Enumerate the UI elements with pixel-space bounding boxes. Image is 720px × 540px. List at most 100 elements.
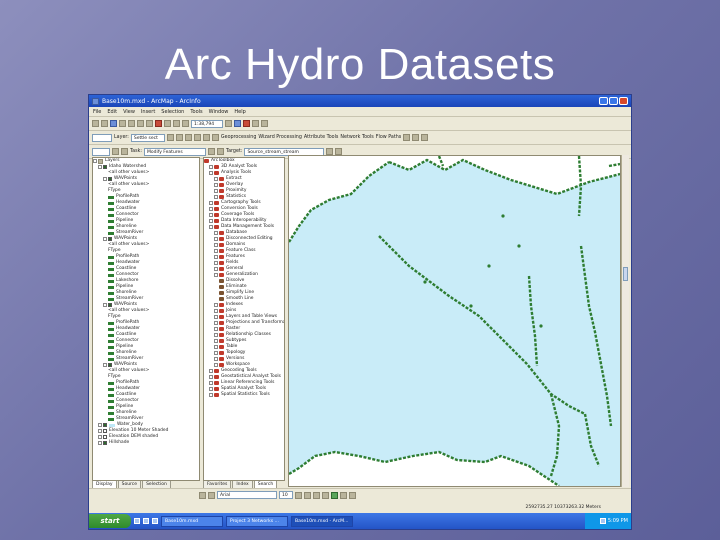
expand-icon[interactable]: [209, 219, 213, 223]
expand-icon[interactable]: [209, 207, 213, 211]
arc-hydro-tool-icon[interactable]: [403, 134, 411, 141]
expand-icon[interactable]: [214, 357, 218, 361]
line-color-icon[interactable]: [340, 491, 347, 499]
window-titlebar[interactable]: Base10m.mxd - ArcMap - ArcInfo: [89, 95, 631, 107]
layer-visibility-checkbox[interactable]: [103, 429, 107, 433]
layer-visibility-checkbox[interactable]: [103, 441, 107, 445]
map-canvas[interactable]: [289, 156, 620, 486]
expand-icon[interactable]: [209, 171, 213, 175]
menu-tools[interactable]: Tools: [190, 109, 202, 115]
expand-icon[interactable]: [98, 435, 102, 439]
expand-icon[interactable]: [214, 321, 218, 325]
quick-launch-icon[interactable]: [143, 518, 149, 524]
menu-view[interactable]: View: [123, 109, 135, 115]
menu-window[interactable]: Window: [209, 109, 229, 115]
expand-icon[interactable]: [214, 177, 218, 181]
full-extent-icon[interactable]: [202, 134, 210, 141]
map-view[interactable]: [288, 155, 621, 487]
font-combo[interactable]: Arial: [217, 491, 277, 499]
undo-icon[interactable]: [164, 120, 171, 127]
menu-file[interactable]: File: [93, 109, 101, 115]
toolbox-item[interactable]: Spatial Statistics Tools: [204, 392, 284, 398]
draw-icon[interactable]: [199, 491, 206, 499]
expand-icon[interactable]: [214, 309, 218, 313]
expand-icon[interactable]: [103, 303, 107, 307]
expand-icon[interactable]: [214, 255, 218, 259]
menu-insert[interactable]: Insert: [141, 109, 155, 115]
arc-hydro-tool-icon[interactable]: [421, 134, 429, 141]
close-button[interactable]: [619, 97, 628, 105]
expand-icon[interactable]: [209, 201, 213, 205]
italic-icon[interactable]: [304, 491, 311, 499]
expand-icon[interactable]: [214, 273, 218, 277]
expand-icon[interactable]: [209, 165, 213, 169]
redo-icon[interactable]: [173, 120, 180, 127]
sketch-tool-icon[interactable]: [121, 148, 128, 155]
expand-icon[interactable]: [214, 363, 218, 367]
quick-launch-icon[interactable]: [152, 518, 158, 524]
expand-icon[interactable]: [214, 237, 218, 241]
paste-icon[interactable]: [146, 120, 153, 127]
underline-icon[interactable]: [313, 491, 320, 499]
expand-icon[interactable]: [214, 345, 218, 349]
minimize-button[interactable]: [599, 97, 608, 105]
expand-icon[interactable]: [214, 303, 218, 307]
attributes-icon[interactable]: [326, 148, 334, 155]
arccatalog-icon[interactable]: [234, 120, 241, 127]
help-icon[interactable]: [261, 120, 268, 127]
expand-icon[interactable]: [214, 339, 218, 343]
expand-icon[interactable]: [214, 267, 218, 271]
layer-visibility-checkbox[interactable]: [108, 303, 112, 307]
expand-icon[interactable]: [98, 429, 102, 433]
expand-icon[interactable]: [209, 393, 213, 397]
cut-icon[interactable]: [128, 120, 135, 127]
fill-color-icon[interactable]: [331, 491, 338, 499]
layer-visibility-checkbox[interactable]: [103, 423, 107, 427]
font-color-icon[interactable]: [322, 491, 329, 499]
font-size-combo[interactable]: 10: [279, 491, 293, 499]
layer-visibility-checkbox[interactable]: [103, 165, 107, 169]
wizard-processing-menu[interactable]: Wizard Processing: [258, 135, 302, 140]
expand-icon[interactable]: [214, 195, 218, 199]
sketch-properties-icon[interactable]: [335, 148, 343, 155]
raster-icon[interactable]: [166, 134, 174, 141]
expand-icon[interactable]: [209, 225, 213, 229]
add-data-icon[interactable]: [182, 120, 189, 127]
arctoolbox-icon[interactable]: [243, 120, 250, 127]
expand-icon[interactable]: [214, 189, 218, 193]
collapse-icon[interactable]: [93, 159, 97, 163]
editor-icon[interactable]: [225, 120, 232, 127]
delete-icon[interactable]: [155, 120, 162, 127]
expand-icon[interactable]: [214, 351, 218, 355]
open-icon[interactable]: [101, 120, 108, 127]
expand-icon[interactable]: [214, 243, 218, 247]
edit-tool-icon[interactable]: [112, 148, 119, 155]
menu-selection[interactable]: Selection: [161, 109, 184, 115]
expand-icon[interactable]: [209, 375, 213, 379]
marker-color-icon[interactable]: [349, 491, 356, 499]
bold-icon[interactable]: [295, 491, 302, 499]
quick-launch-icon[interactable]: [134, 518, 140, 524]
taskbar-button[interactable]: Project 3 Networks ...: [226, 515, 288, 527]
expand-icon[interactable]: [214, 327, 218, 331]
print-icon[interactable]: [119, 120, 126, 127]
expand-icon[interactable]: [98, 165, 102, 169]
arc-hydro-tool-icon[interactable]: [412, 134, 420, 141]
expand-icon[interactable]: [209, 369, 213, 373]
command-line-icon[interactable]: [252, 120, 259, 127]
layer-visibility-checkbox[interactable]: [108, 177, 112, 181]
toc-layer-row[interactable]: Hillshade: [93, 440, 199, 446]
expand-icon[interactable]: [209, 381, 213, 385]
network-tools-menu[interactable]: Network Tools: [340, 135, 373, 140]
expand-icon[interactable]: [214, 261, 218, 265]
layer-visibility-checkbox[interactable]: [108, 237, 112, 241]
layer-visibility-checkbox[interactable]: [103, 435, 107, 439]
expand-icon[interactable]: [214, 183, 218, 187]
expand-icon[interactable]: [214, 249, 218, 253]
attribute-tools-menu[interactable]: Attribute Tools: [304, 135, 339, 140]
expand-icon[interactable]: [214, 333, 218, 337]
pan-icon[interactable]: [193, 134, 201, 141]
map-scale-combo[interactable]: 1:38,794: [191, 119, 223, 128]
maximize-button[interactable]: [609, 97, 618, 105]
expand-icon[interactable]: [214, 231, 218, 235]
